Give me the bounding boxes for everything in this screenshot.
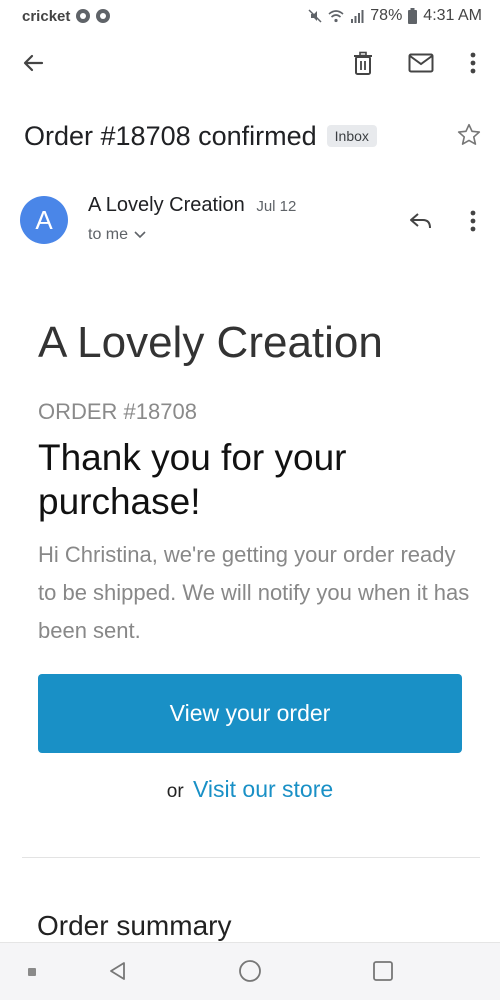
- reply-icon: [410, 213, 431, 229]
- toolbar: [0, 38, 500, 88]
- nav-indicator-icon: [28, 968, 36, 976]
- recipient-details-toggle[interactable]: to me: [88, 226, 146, 244]
- reply-button[interactable]: [404, 204, 438, 238]
- more-vert-icon: [470, 210, 476, 232]
- more-vert-icon: [470, 52, 476, 74]
- message-body: Hi Christina, we're getting your order r…: [38, 542, 470, 643]
- nav-home-button[interactable]: [236, 957, 264, 985]
- recipient-label: to me: [88, 226, 129, 243]
- delete-button[interactable]: [346, 46, 380, 80]
- inbox-label-badge[interactable]: Inbox: [326, 125, 377, 147]
- sender-name-line: A Lovely Creation Jul 12: [88, 194, 296, 217]
- view-order-button[interactable]: View your order: [38, 674, 462, 753]
- status-right: 78% 4:31 AM: [308, 7, 482, 25]
- back-button[interactable]: [16, 46, 50, 80]
- mute-icon: [308, 9, 322, 23]
- thank-you-heading: Thank you for your purchase!: [38, 437, 347, 522]
- trash-icon: [354, 51, 372, 75]
- chevron-down-icon: [134, 231, 146, 239]
- triangle-back-icon: [110, 962, 125, 980]
- nav-back-button[interactable]: [104, 957, 132, 985]
- square-recents-icon: [373, 961, 393, 981]
- nav-recents-button[interactable]: [369, 957, 397, 985]
- sender-row: A A Lovely Creation Jul 12 to me: [20, 192, 490, 256]
- visit-store-row: or Visit our store: [0, 776, 500, 803]
- chrome-icon-secondary: [96, 9, 111, 23]
- alt-prefix: or: [166, 781, 184, 802]
- arrow-left-icon: [23, 54, 44, 72]
- star-icon: [457, 123, 481, 145]
- order-summary-heading: Order summary: [37, 910, 232, 941]
- chrome-icon: [76, 9, 91, 23]
- avatar[interactable]: A: [20, 196, 68, 244]
- email-subject: Order #18708 confirmed: [24, 120, 317, 151]
- battery-percent: 78%: [370, 7, 403, 24]
- status-bar: cricket 78% 4:31 AM: [0, 0, 500, 32]
- email-date: Jul 12: [256, 198, 297, 215]
- divider: [22, 857, 480, 858]
- visit-store-link[interactable]: Visit our store: [193, 776, 333, 802]
- system-navigation-bar: [0, 942, 500, 1000]
- signal-icon: [351, 10, 364, 23]
- mail-icon: [408, 53, 434, 73]
- wifi-icon: [328, 10, 344, 23]
- more-options-button[interactable]: [456, 46, 490, 80]
- order-number: ORDER #18708: [38, 399, 197, 424]
- carrier-label: cricket: [22, 7, 71, 25]
- message-more-button[interactable]: [456, 204, 490, 238]
- star-button[interactable]: [456, 122, 482, 153]
- sender-name: A Lovely Creation: [88, 194, 245, 216]
- battery-icon: [408, 8, 418, 24]
- status-left: cricket: [22, 7, 111, 25]
- store-name-heading: A Lovely Creation: [38, 318, 383, 367]
- mark-unread-button[interactable]: [404, 46, 438, 80]
- subject-row: Order #18708 confirmed Inbox: [24, 114, 484, 158]
- circle-home-icon: [239, 960, 261, 982]
- clock: 4:31 AM: [423, 7, 482, 24]
